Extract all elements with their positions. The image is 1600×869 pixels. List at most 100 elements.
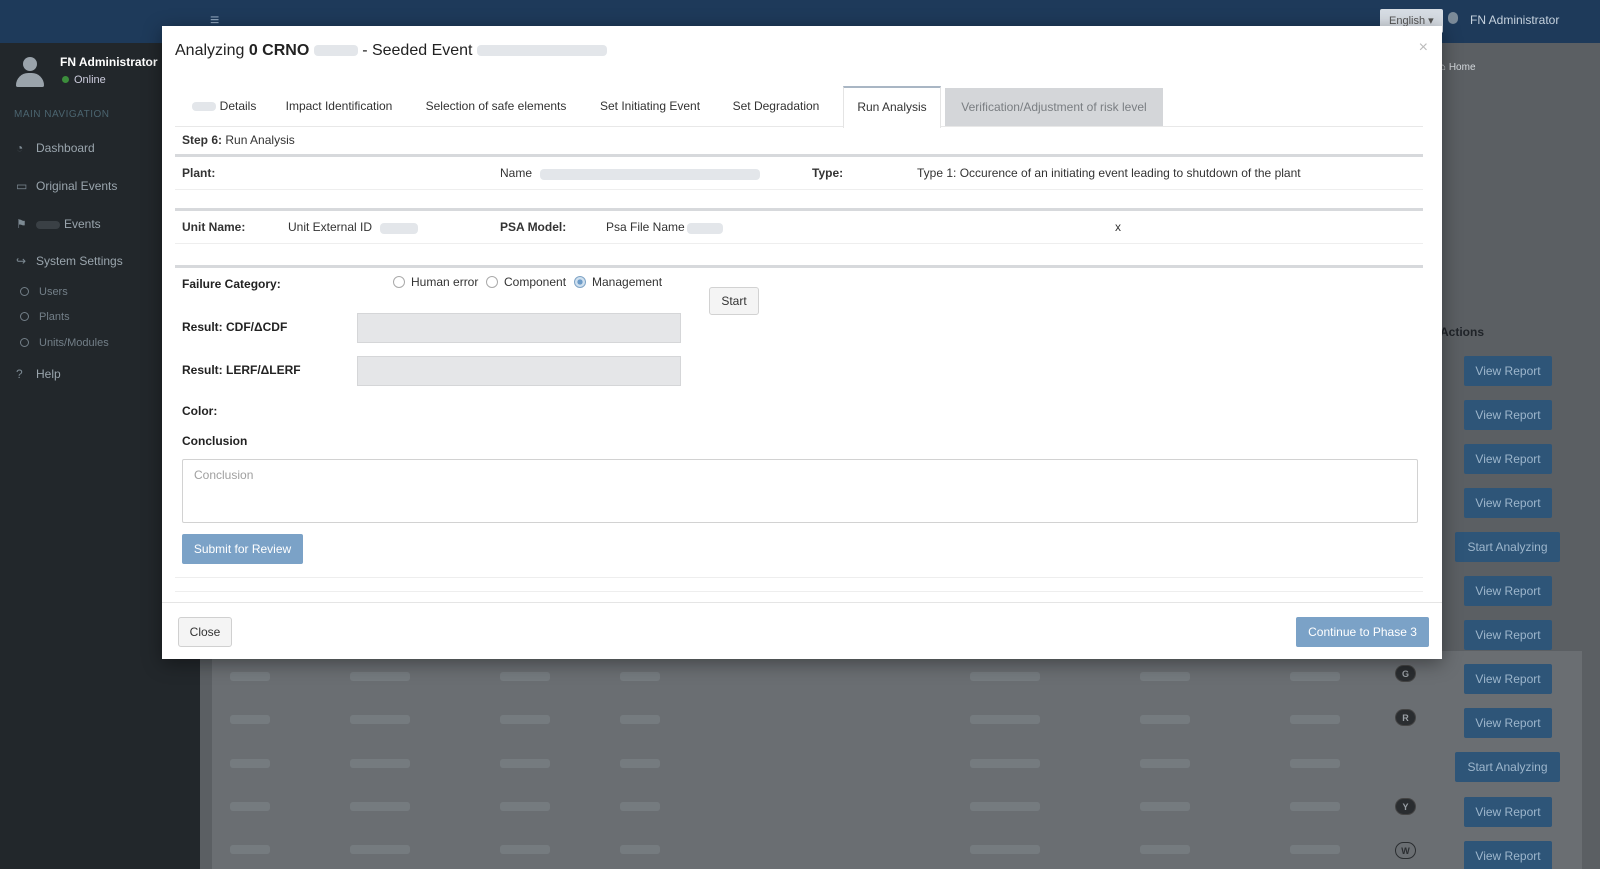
- divider: [175, 265, 1423, 268]
- radio-component[interactable]: Component: [486, 275, 566, 289]
- redacted-text: [476, 45, 607, 57]
- psa-file-name: Psa File Name: [606, 220, 685, 234]
- user-menu[interactable]: FN Administrator: [1470, 13, 1559, 27]
- radio-human-error[interactable]: Human error: [393, 275, 478, 289]
- sidebar-item-label: Help: [36, 367, 61, 381]
- view-report-button[interactable]: View Report: [1464, 576, 1552, 606]
- radio-circle[interactable]: [486, 276, 498, 288]
- title-event-type: - Seeded Event: [362, 42, 473, 59]
- radio-label: Component: [504, 275, 567, 289]
- help-icon: ?: [16, 367, 23, 381]
- sidebar-item-help[interactable]: ? Help: [16, 367, 61, 381]
- radio-circle-checked[interactable]: [574, 276, 586, 288]
- submit-for-review-button[interactable]: Submit for Review: [182, 534, 303, 564]
- view-report-button[interactable]: View Report: [1464, 356, 1552, 386]
- sidebar-nav-header: MAIN NAVIGATION: [14, 109, 110, 120]
- view-report-button[interactable]: View Report: [1464, 444, 1552, 474]
- sidebar-item-system-settings[interactable]: ↪ System Settings: [16, 254, 123, 268]
- color-label: Color:: [182, 404, 218, 418]
- flag-icon: ⚑: [16, 217, 27, 231]
- type-value: Type 1: Occurence of an initiating event…: [917, 166, 1301, 180]
- sidebar-subitem-units[interactable]: Units/Modules: [20, 337, 109, 349]
- close-icon[interactable]: ×: [1419, 39, 1428, 57]
- tab-set-initiating-event[interactable]: Set Initiating Event: [588, 86, 712, 127]
- cdf-result-label: Result: CDF/ΔCDF: [182, 320, 288, 334]
- radio-label: Human error: [411, 275, 479, 289]
- sidebar-item-label: Original Events: [36, 179, 118, 193]
- close-button[interactable]: Close: [178, 617, 232, 647]
- table-row: [230, 845, 1350, 855]
- type-label: Type:: [812, 166, 844, 180]
- sidebar-subitem-users[interactable]: Users: [20, 286, 68, 298]
- sidebar-user-name: FN Administrator: [60, 55, 158, 69]
- table-row: [230, 759, 1350, 769]
- sidebar-subitem-plants[interactable]: Plants: [20, 311, 70, 323]
- status-badge: W: [1395, 842, 1416, 859]
- sidebar-item-label: Dashboard: [36, 141, 95, 155]
- start-analyzing-button[interactable]: Start Analyzing: [1455, 752, 1560, 782]
- tab-verification-adjustment: Verification/Adjustment of risk level: [945, 88, 1163, 126]
- view-report-button[interactable]: View Report: [1464, 664, 1552, 694]
- sidebar-item-dashboard[interactable]: ◔ Dashboard: [16, 141, 95, 155]
- status-badge: Y: [1395, 798, 1416, 815]
- breadcrumb-home[interactable]: Home: [1449, 62, 1476, 73]
- radio-management[interactable]: Management: [574, 275, 662, 289]
- redacted-text: [687, 223, 723, 234]
- sidebar-item-label: System Settings: [36, 254, 123, 268]
- tab-selection-safe-elements[interactable]: Selection of safe elements: [411, 86, 581, 127]
- circle-icon: [20, 312, 29, 321]
- start-button[interactable]: Start: [709, 287, 759, 315]
- sidebar-subitem-label: Units/Modules: [39, 337, 109, 349]
- user-icon: [1448, 12, 1458, 24]
- view-report-button[interactable]: View Report: [1464, 620, 1552, 650]
- conclusion-label: Conclusion: [182, 434, 248, 448]
- radio-label: Management: [592, 275, 663, 289]
- redacted-text: [540, 169, 760, 180]
- psa-model-label: PSA Model:: [500, 220, 567, 234]
- tab-set-degradation[interactable]: Set Degradation: [719, 86, 833, 127]
- actions-column-header: Actions: [1440, 325, 1485, 339]
- tab-impact-identification[interactable]: Impact Identification: [275, 86, 403, 127]
- circle-icon: [20, 287, 29, 296]
- tab-label: Details: [219, 99, 257, 113]
- name-label: Name: [500, 166, 533, 180]
- continue-phase-3-button[interactable]: Continue to Phase 3: [1296, 617, 1429, 647]
- conclusion-textarea[interactable]: [182, 459, 1418, 523]
- radio-circle[interactable]: [393, 276, 405, 288]
- divider: [175, 577, 1423, 578]
- table-row: [230, 672, 1350, 682]
- table-row: [230, 802, 1350, 812]
- tab-details[interactable]: Details: [183, 86, 265, 127]
- sidebar-subitem-label: Users: [39, 286, 68, 298]
- dashboard-icon: ◔: [16, 141, 24, 155]
- view-report-button[interactable]: View Report: [1464, 797, 1552, 827]
- failure-category-label: Failure Category:: [182, 277, 281, 291]
- modal-footer-divider: [162, 602, 1442, 603]
- title-prefix: Analyzing: [175, 42, 245, 59]
- step-indicator: Step 6: Run Analysis: [182, 133, 295, 147]
- redacted-text: [36, 220, 60, 229]
- view-report-button[interactable]: View Report: [1464, 841, 1552, 869]
- tab-run-analysis[interactable]: Run Analysis: [843, 86, 941, 128]
- status-text: Online: [74, 74, 106, 86]
- plant-label: Plant:: [182, 166, 216, 180]
- step-name: Run Analysis: [225, 133, 295, 147]
- start-analyzing-button[interactable]: Start Analyzing: [1455, 532, 1560, 562]
- cdf-result-field: [357, 313, 681, 343]
- view-report-button[interactable]: View Report: [1464, 488, 1552, 518]
- sidebar-item-original-events[interactable]: ▭ Original Events: [16, 179, 117, 193]
- step-number: Step 6:: [182, 133, 223, 147]
- share-icon: ↪: [16, 254, 27, 268]
- sidebar-subitem-label: Plants: [39, 311, 70, 323]
- breadcrumb[interactable]: ⌂ Home: [1440, 62, 1476, 73]
- table-row: [230, 715, 1350, 725]
- unit-external-id: Unit External ID: [288, 220, 373, 234]
- view-report-button[interactable]: View Report: [1464, 400, 1552, 430]
- sidebar-item-events[interactable]: ⚑ Events: [16, 217, 101, 231]
- status-badge: G: [1395, 665, 1416, 682]
- lerf-result-label: Result: LERF/ΔLERF: [182, 363, 301, 377]
- avatar: [16, 57, 44, 89]
- view-report-button[interactable]: View Report: [1464, 708, 1552, 738]
- modal-title: Analyzing 0 CRNO - Seeded Event: [175, 42, 607, 60]
- inbox-icon: ▭: [16, 179, 28, 193]
